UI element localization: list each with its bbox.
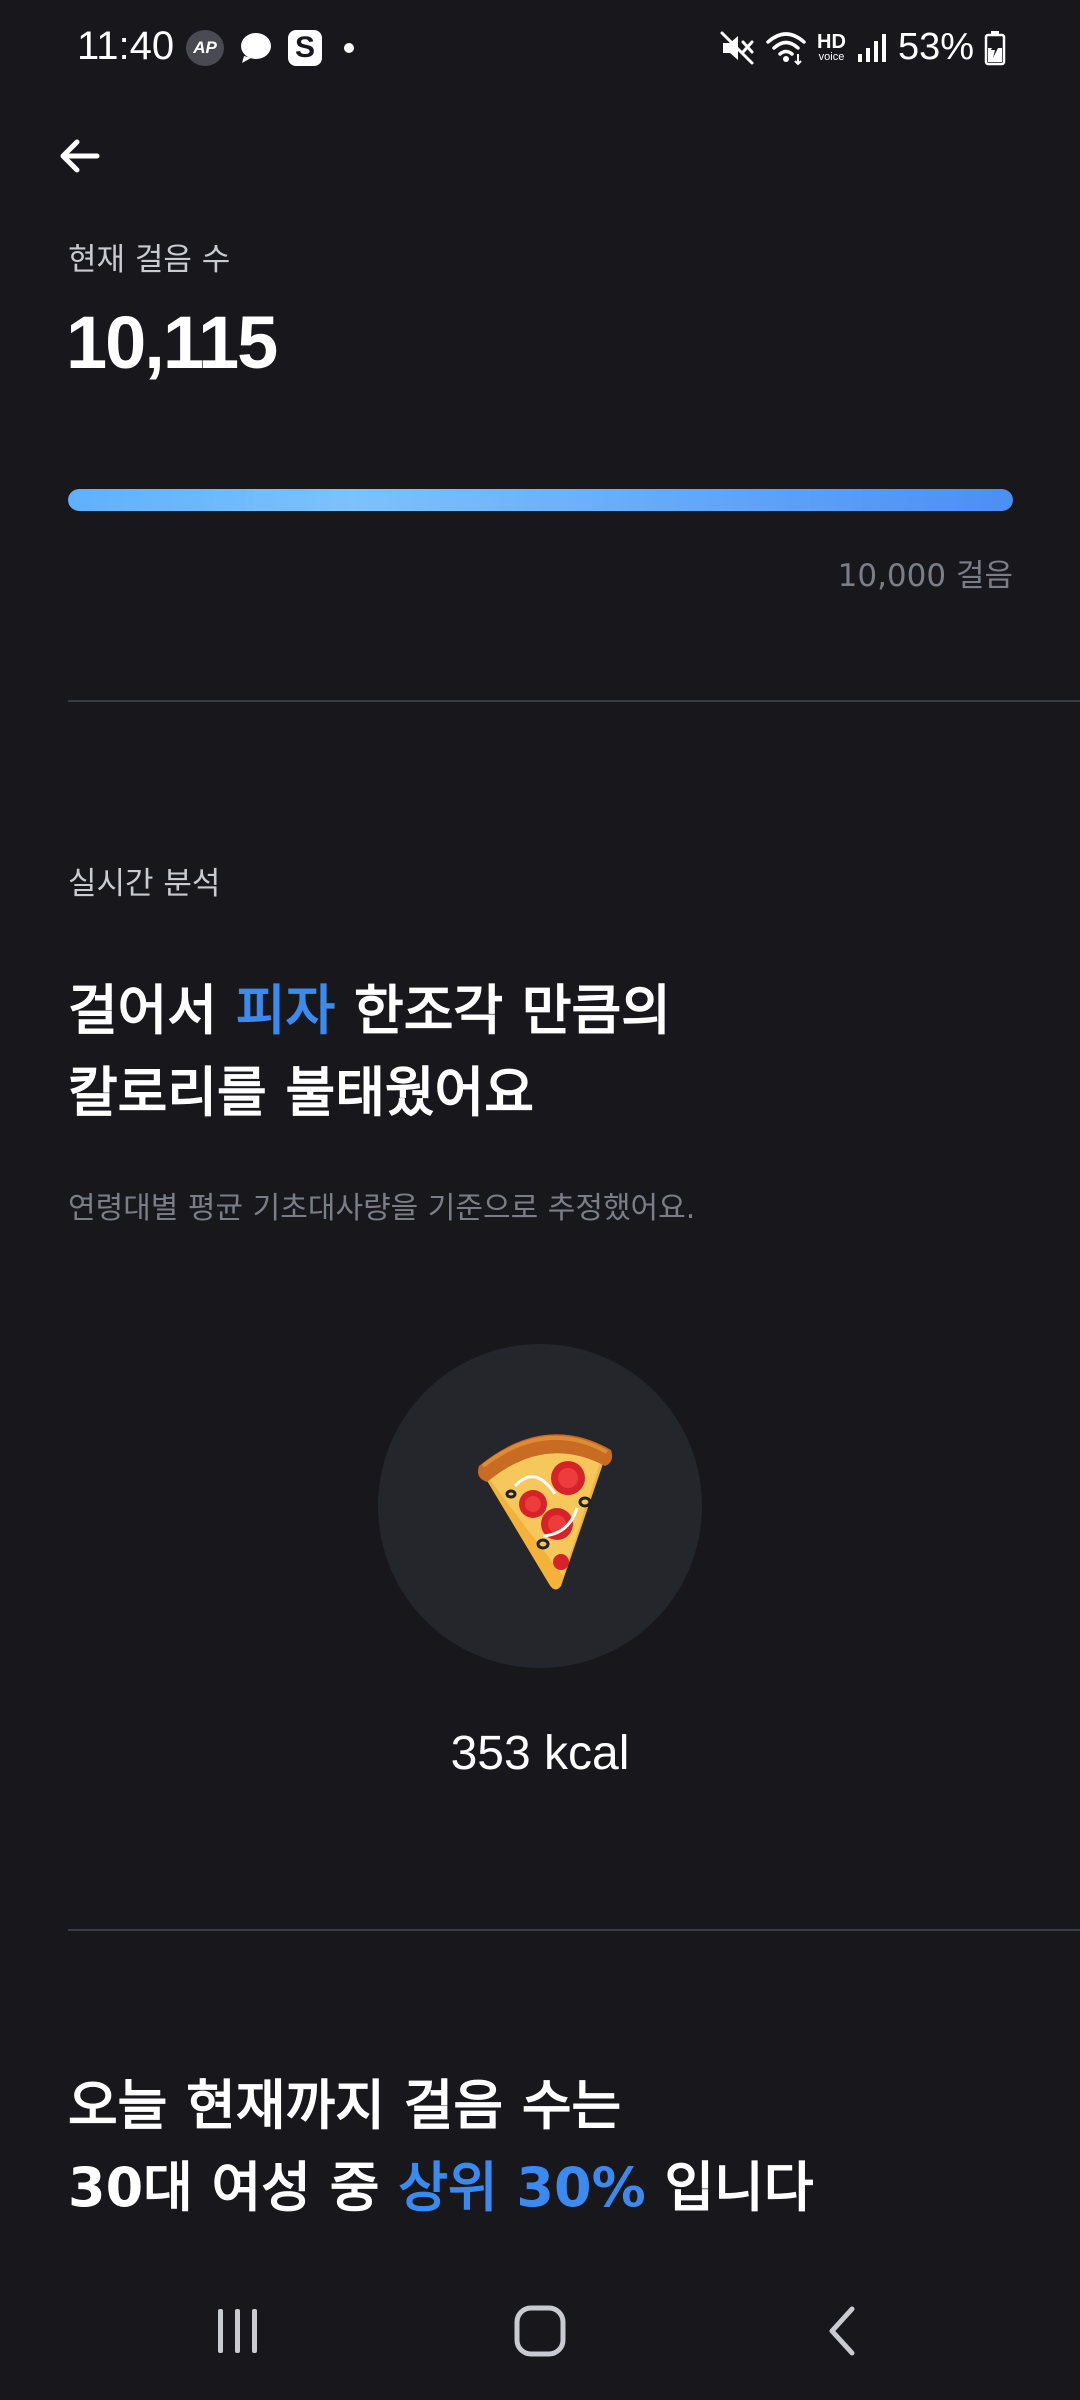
- ap-icon: AP: [186, 30, 224, 66]
- chat-bubble-icon: [238, 31, 274, 65]
- divider: [68, 700, 1080, 702]
- calories-value: 353 kcal: [450, 1727, 630, 1780]
- signal-icon: [856, 32, 888, 64]
- status-left-icons: AP S: [186, 30, 354, 66]
- voice-label: voice: [818, 51, 845, 63]
- back-icon: [829, 2306, 855, 2356]
- steps-progress-fill: [68, 489, 1013, 511]
- arrow-left-icon: [60, 139, 100, 173]
- ranking-headline-line-2: 30대 여성 중 상위 30% 입니다: [68, 2147, 814, 2229]
- ranking-text: 30대 여성 중: [68, 2156, 399, 2219]
- system-nav-bar: [0, 2262, 1080, 2400]
- recent-apps-icon: [218, 2309, 257, 2353]
- hd-label: HD: [817, 31, 846, 53]
- pizza-icon: [478, 1434, 613, 1590]
- food-icon-circle: [378, 1344, 702, 1668]
- s-app-icon: S: [288, 30, 322, 66]
- ranking-headline-line-1: 오늘 현재까지 걸음 수는: [68, 2074, 622, 2137]
- nav-back-button[interactable]: [772, 2262, 912, 2400]
- home-button[interactable]: [470, 2262, 610, 2400]
- recent-apps-button[interactable]: [168, 2262, 308, 2400]
- battery-percent: 53%: [897, 26, 974, 68]
- headline-text: 걸어서: [68, 979, 236, 1042]
- wifi-icon: [765, 30, 807, 66]
- analysis-note: 연령대별 평균 기초대사량을 기준으로 추정했어요.: [68, 1191, 696, 1226]
- steps-progress-bar: [68, 489, 1013, 511]
- battery-charging-icon: [984, 30, 1006, 66]
- back-button[interactable]: [50, 126, 110, 186]
- headline-accent-food: 피자: [235, 979, 336, 1042]
- steps-value: 10,115: [66, 301, 278, 384]
- status-right-icons: HD voice 53%: [719, 26, 1006, 69]
- analysis-headline-line-2: 칼로리를 불태웠어요: [68, 1061, 534, 1124]
- divider: [68, 1929, 1080, 1931]
- home-icon: [514, 2305, 566, 2357]
- status-bar: 11:40 AP S HD voice 53%: [0, 0, 1080, 100]
- hd-voice-icon: HD voice: [817, 32, 846, 63]
- steps-goal-label: 10,000 걸음: [837, 558, 1013, 594]
- analysis-headline-line-1: 걸어서 피자 한조각 만큼의: [68, 970, 671, 1052]
- screen: 11:40 AP S HD voice 53% 현재 걸음 수 10,115 1…: [0, 0, 1080, 2400]
- notification-dot-icon: [344, 43, 354, 53]
- mute-icon: [719, 30, 755, 66]
- ranking-percentile: 상위 30%: [398, 2156, 646, 2219]
- ranking-text: 입니다: [645, 2156, 814, 2219]
- analysis-section-label: 실시간 분석: [68, 866, 221, 902]
- headline-text: 한조각 만큼의: [335, 979, 671, 1042]
- steps-label: 현재 걸음 수: [68, 242, 231, 278]
- status-time: 11:40: [77, 24, 175, 68]
